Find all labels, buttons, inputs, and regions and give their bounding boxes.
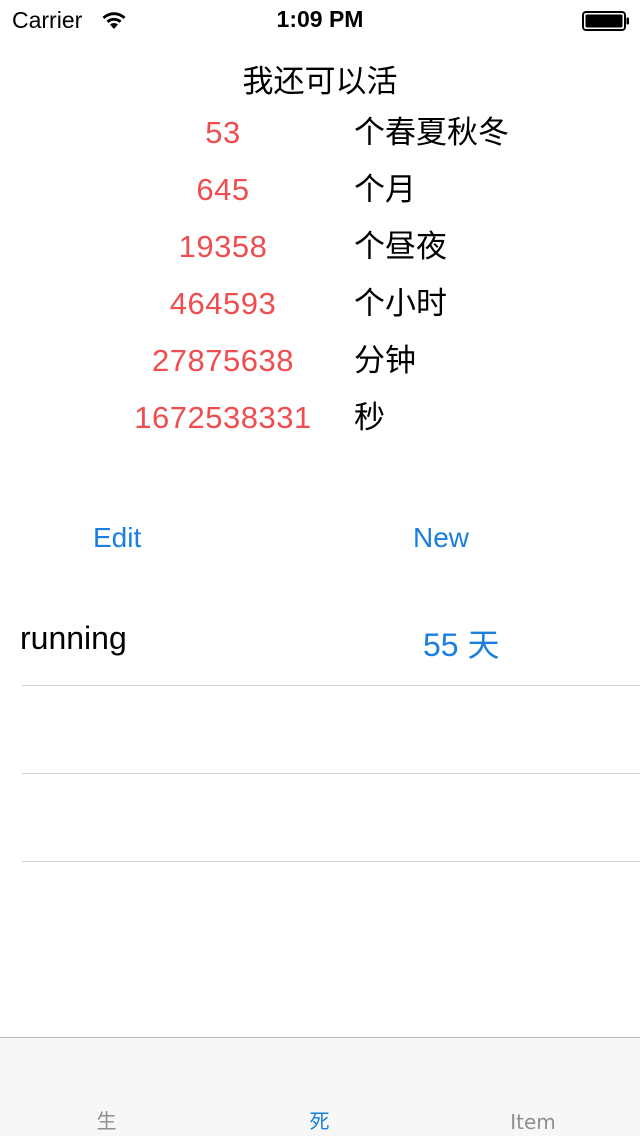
edit-button[interactable]: Edit [93, 522, 141, 554]
stat-value: 19358 [178, 229, 268, 264]
stat-value: 27875638 [152, 343, 294, 378]
stat-value: 464593 [169, 286, 277, 321]
stat-unit: 个春夏秋冬 [354, 115, 509, 151]
stat-unit: 分钟 [354, 343, 416, 379]
app-screen: Carrier 1:09 PM 我还可以活 53 个春夏秋冬 645 个月 19… [0, 0, 640, 1136]
tab-death[interactable]: 死 [213, 1038, 426, 1136]
stat-unit: 秒 [354, 400, 385, 436]
status-time: 1:09 PM [276, 6, 364, 32]
new-button[interactable]: New [413, 522, 469, 554]
tab-item[interactable]: Item [426, 1038, 640, 1136]
tab-label: 死 [309, 1109, 330, 1133]
list-item[interactable] [0, 686, 640, 774]
stat-unit: 个昼夜 [354, 229, 447, 265]
stat-value: 1672538331 [134, 400, 312, 435]
stat-row-days: 19358 个昼夜 [0, 227, 640, 267]
stat-row-seconds: 1672538331 秒 [0, 398, 640, 438]
stat-unit: 个月 [354, 172, 416, 208]
list-item-days: 55 天 [423, 627, 500, 663]
stat-row-minutes: 27875638 分钟 [0, 341, 640, 381]
tab-bar: 生 死 Item [0, 1037, 640, 1136]
list-item[interactable] [0, 774, 640, 862]
stat-unit: 个小时 [354, 286, 447, 322]
list-item[interactable]: running 55 天 [0, 598, 640, 686]
event-list: running 55 天 [0, 598, 640, 950]
page-title: 我还可以活 [242, 64, 398, 100]
status-bar: Carrier 1:09 PM [0, 0, 640, 40]
stat-row-seasons: 53 个春夏秋冬 [0, 113, 640, 153]
list-item[interactable] [0, 862, 640, 950]
tab-label: Item [510, 1110, 556, 1134]
stat-value: 645 [196, 172, 250, 207]
list-item-name: running [20, 620, 127, 656]
stat-row-months: 645 个月 [0, 170, 640, 210]
stat-row-hours: 464593 个小时 [0, 284, 640, 324]
stat-value: 53 [205, 115, 241, 150]
tab-label: 生 [96, 1109, 117, 1133]
battery-icon [582, 11, 629, 31]
tab-life[interactable]: 生 [0, 1038, 213, 1136]
